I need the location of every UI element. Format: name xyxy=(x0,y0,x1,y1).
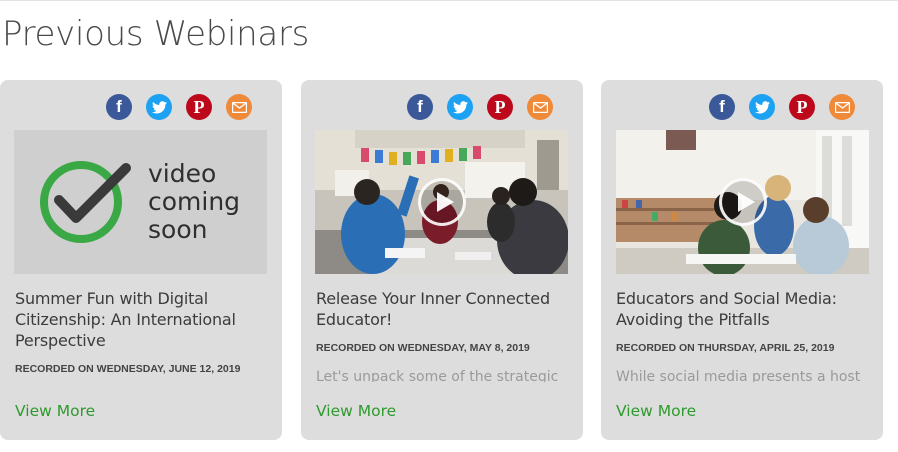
pinterest-icon[interactable]: P xyxy=(186,94,212,120)
twitter-icon[interactable] xyxy=(749,94,775,120)
twitter-icon[interactable] xyxy=(146,94,172,120)
webinar-title[interactable]: Educators and Social Media: Avoiding the… xyxy=(616,288,866,330)
share-buttons: f P xyxy=(709,94,855,120)
webinar-excerpt: Let's unpack some of the strategic xyxy=(316,369,559,382)
webinar-card: f P xyxy=(301,80,583,440)
facebook-icon[interactable]: f xyxy=(709,94,735,120)
email-icon[interactable] xyxy=(829,94,855,120)
coming-soon-label: video coming soon xyxy=(148,159,241,244)
top-divider xyxy=(0,0,898,1)
webinar-title[interactable]: Summer Fun with Digital Citizenship: An … xyxy=(15,288,265,351)
webinar-card: f P xyxy=(601,80,883,440)
view-more-link[interactable]: View More xyxy=(15,402,95,420)
webinar-excerpt: While social media presents a host xyxy=(616,369,861,382)
webinar-video-thumbnail[interactable] xyxy=(616,130,869,274)
pinterest-icon[interactable]: P xyxy=(789,94,815,120)
email-icon[interactable] xyxy=(226,94,252,120)
video-coming-soon-image[interactable]: video coming soon xyxy=(14,130,267,274)
facebook-icon[interactable]: f xyxy=(407,94,433,120)
facebook-icon[interactable]: f xyxy=(106,94,132,120)
webinar-card: f P video coming soon Summer Fun with Di… xyxy=(0,80,282,440)
share-buttons: f P xyxy=(106,94,252,120)
play-icon[interactable] xyxy=(718,178,767,226)
recorded-date: RECORDED ON THURSDAY, APRIL 25, 2019 xyxy=(616,342,835,354)
webinar-video-thumbnail[interactable] xyxy=(315,130,568,274)
recorded-date: RECORDED ON WEDNESDAY, JUNE 12, 2019 xyxy=(15,363,241,375)
recorded-date: RECORDED ON WEDNESDAY, MAY 8, 2019 xyxy=(316,342,530,354)
webinar-title[interactable]: Release Your Inner Connected Educator! xyxy=(316,288,566,330)
play-icon[interactable] xyxy=(417,178,466,226)
page-title: Previous Webinars xyxy=(2,14,310,54)
email-icon[interactable] xyxy=(527,94,553,120)
twitter-icon[interactable] xyxy=(447,94,473,120)
share-buttons: f P xyxy=(407,94,553,120)
pinterest-icon[interactable]: P xyxy=(487,94,513,120)
view-more-link[interactable]: View More xyxy=(316,402,396,420)
view-more-link[interactable]: View More xyxy=(616,402,696,420)
